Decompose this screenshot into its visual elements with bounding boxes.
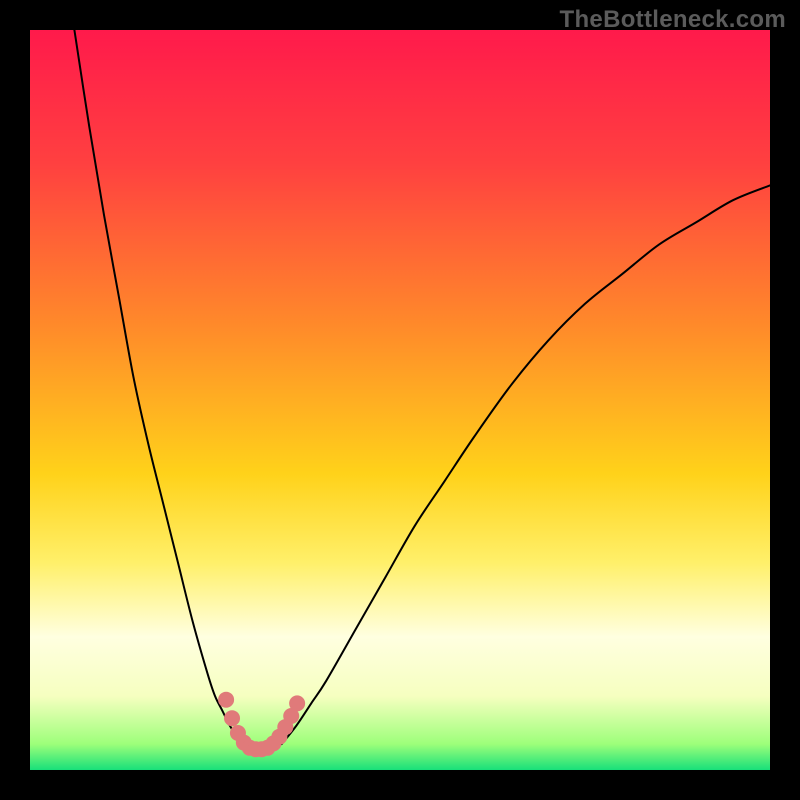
watermark-text: TheBottleneck.com [560,6,786,34]
plot-area [30,30,770,770]
marker-point [289,695,305,711]
chart-svg [30,30,770,770]
marker-point [224,710,240,726]
marker-point [218,692,234,708]
chart-container: TheBottleneck.com [0,0,800,800]
gradient-background [30,30,770,770]
